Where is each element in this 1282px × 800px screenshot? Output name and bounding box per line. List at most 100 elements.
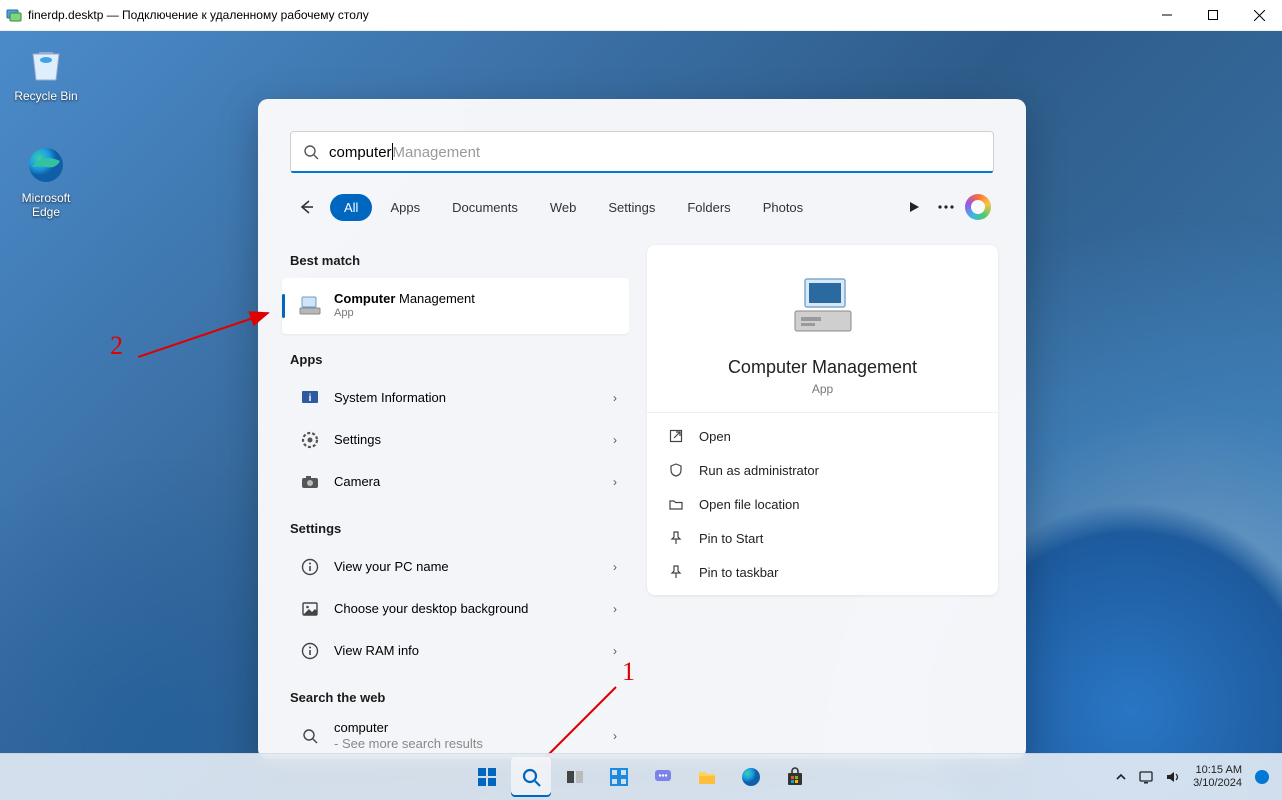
remote-desktop: Recycle Bin Microsoft Edge computer Mana… — [0, 31, 1282, 800]
start-search-panel: computer Management All Apps Documents W… — [258, 99, 1026, 759]
tray-overflow-button[interactable] — [1111, 767, 1131, 787]
chevron-right-icon: › — [613, 560, 619, 574]
result-camera[interactable]: Camera › — [282, 461, 629, 503]
filter-web[interactable]: Web — [536, 194, 591, 221]
result-label: View your PC name — [334, 559, 613, 575]
rdp-icon — [6, 7, 22, 23]
result-settings[interactable]: Settings › — [282, 419, 629, 461]
camera-icon — [298, 470, 322, 494]
action-label: Open file location — [699, 497, 799, 512]
tray-date: 3/10/2024 — [1193, 777, 1242, 790]
pin-icon — [667, 563, 685, 581]
minimize-button[interactable] — [1144, 0, 1190, 30]
gear-icon — [298, 428, 322, 452]
play-tips-button[interactable] — [898, 191, 930, 223]
search-icon — [303, 144, 319, 160]
action-label: Open — [699, 429, 731, 444]
desktop-icon-edge[interactable]: Microsoft Edge — [8, 143, 84, 219]
filter-settings[interactable]: Settings — [594, 194, 669, 221]
host-window-controls — [1144, 0, 1282, 30]
taskbar: 10:15 AM 3/10/2024 — [0, 753, 1282, 800]
pin-icon — [667, 529, 685, 547]
volume-icon[interactable] — [1163, 767, 1183, 787]
chevron-right-icon: › — [613, 433, 619, 447]
filter-documents[interactable]: Documents — [438, 194, 532, 221]
detail-column: Computer Management App Open Run as admi… — [629, 235, 1026, 759]
notifications-button[interactable] — [1252, 767, 1272, 787]
store-button[interactable] — [775, 757, 815, 797]
result-label: Settings — [334, 432, 613, 448]
section-best-match: Best match — [290, 253, 621, 268]
result-view-ram-info[interactable]: View RAM info › — [282, 630, 629, 672]
start-button[interactable] — [467, 757, 507, 797]
desktop-icon-label: Recycle Bin — [8, 89, 84, 103]
copilot-button[interactable] — [962, 191, 994, 223]
chat-button[interactable] — [643, 757, 683, 797]
result-view-pc-name[interactable]: View your PC name › — [282, 546, 629, 588]
filter-apps[interactable]: Apps — [376, 194, 434, 221]
edge-button[interactable] — [731, 757, 771, 797]
info-icon — [298, 639, 322, 663]
filter-all[interactable]: All — [330, 194, 372, 221]
result-label: Choose your desktop background — [334, 601, 613, 617]
section-web: Search the web — [290, 690, 621, 705]
result-desktop-background[interactable]: Choose your desktop background › — [282, 588, 629, 630]
network-icon[interactable] — [1137, 767, 1157, 787]
result-label: computer - See more search results — [334, 720, 613, 753]
host-titlebar: finerdp.desktp — Подключение к удаленном… — [0, 0, 1282, 31]
result-title: Computer Management — [334, 291, 619, 307]
system-tray: 10:15 AM 3/10/2024 — [1111, 764, 1272, 790]
shield-icon — [667, 461, 685, 479]
taskbar-center — [467, 757, 815, 797]
detail-title: Computer Management — [667, 357, 978, 378]
system-information-icon: i — [298, 386, 322, 410]
result-web-search[interactable]: computer - See more search results › — [282, 715, 629, 757]
copilot-icon — [965, 194, 991, 220]
chevron-right-icon: › — [613, 729, 619, 743]
file-explorer-button[interactable] — [687, 757, 727, 797]
more-options-button[interactable] — [930, 191, 962, 223]
filter-folders[interactable]: Folders — [673, 194, 744, 221]
close-button[interactable] — [1236, 0, 1282, 30]
search-input[interactable]: computer Management — [329, 143, 981, 162]
result-system-information[interactable]: i System Information › — [282, 377, 629, 419]
chevron-right-icon: › — [613, 602, 619, 616]
action-label: Pin to Start — [699, 531, 763, 546]
result-label: Camera — [334, 474, 613, 490]
result-subtitle: App — [334, 307, 619, 321]
folder-icon — [667, 495, 685, 513]
section-apps: Apps — [290, 352, 621, 367]
search-typed-text: computer — [329, 144, 392, 161]
tray-time: 10:15 AM — [1193, 764, 1242, 777]
search-button[interactable] — [511, 757, 551, 797]
maximize-button[interactable] — [1190, 0, 1236, 30]
recycle-bin-icon — [24, 41, 68, 85]
result-computer-management[interactable]: Computer Management App — [282, 278, 629, 334]
result-label: System Information — [334, 390, 613, 406]
info-icon — [298, 555, 322, 579]
action-run-as-admin[interactable]: Run as administrator — [667, 453, 978, 487]
task-view-button[interactable] — [555, 757, 595, 797]
chevron-right-icon: › — [613, 644, 619, 658]
search-autocomplete-ghost: Management — [393, 144, 481, 161]
action-open[interactable]: Open — [667, 419, 978, 453]
desktop-icon-recycle-bin[interactable]: Recycle Bin — [8, 41, 84, 103]
search-icon — [298, 724, 322, 748]
action-open-file-location[interactable]: Open file location — [667, 487, 978, 521]
host-window: finerdp.desktp — Подключение к удаленном… — [0, 0, 1282, 800]
filter-photos[interactable]: Photos — [749, 194, 817, 221]
result-label: View RAM info — [334, 643, 613, 659]
chevron-right-icon: › — [613, 391, 619, 405]
search-filter-row: All Apps Documents Web Settings Folders … — [290, 191, 994, 223]
tray-clock[interactable]: 10:15 AM 3/10/2024 — [1193, 764, 1242, 790]
action-pin-to-start[interactable]: Pin to Start — [667, 521, 978, 555]
annotation-2: 2 — [110, 331, 123, 361]
search-bar[interactable]: computer Management — [290, 131, 994, 173]
back-button[interactable] — [290, 191, 322, 223]
svg-text:i: i — [309, 393, 312, 404]
computer-management-icon — [787, 271, 859, 343]
widgets-button[interactable] — [599, 757, 639, 797]
image-icon — [298, 597, 322, 621]
action-pin-to-taskbar[interactable]: Pin to taskbar — [667, 555, 978, 589]
edge-icon — [24, 143, 68, 187]
